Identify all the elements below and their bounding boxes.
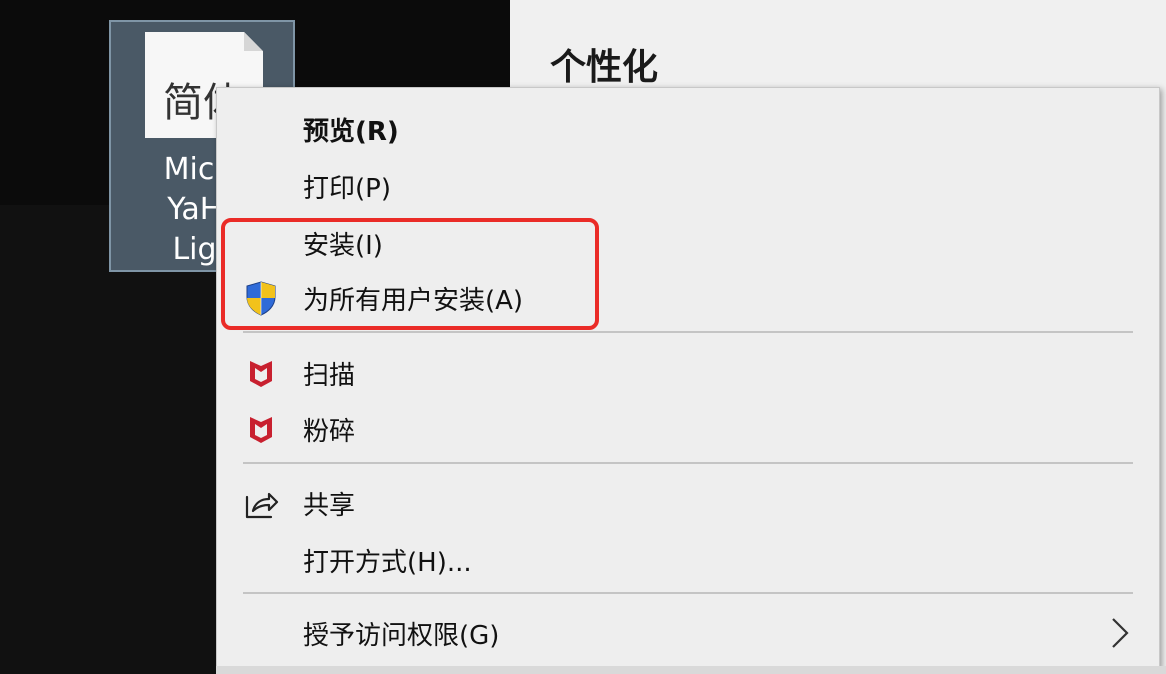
bottom-strip bbox=[216, 666, 1166, 674]
menu-item-preview[interactable]: 预览(R) bbox=[217, 102, 1159, 154]
context-menu: 预览(R) 打印(P) 安装(I) 为所有用户安装(A) 扫描 粉碎 共享 打开… bbox=[216, 87, 1160, 669]
menu-item-label: 打开方式(H)... bbox=[303, 548, 472, 578]
menu-item-label: 预览(R) bbox=[303, 117, 399, 147]
highlight-annotation-box bbox=[221, 218, 599, 330]
menu-separator bbox=[243, 592, 1133, 594]
menu-item-open-with[interactable]: 打开方式(H)... bbox=[217, 533, 1159, 585]
menu-item-label: 扫描 bbox=[303, 361, 356, 391]
mcafee-icon bbox=[243, 411, 279, 447]
chevron-right-icon bbox=[1109, 616, 1131, 650]
mcafee-icon bbox=[243, 355, 279, 391]
menu-separator bbox=[243, 331, 1133, 333]
share-icon bbox=[243, 485, 279, 521]
menu-item-scan[interactable]: 扫描 bbox=[217, 346, 1159, 398]
menu-item-shred[interactable]: 粉碎 bbox=[217, 402, 1159, 454]
settings-title: 个性化 bbox=[550, 47, 659, 88]
menu-item-label: 打印(P) bbox=[303, 174, 391, 204]
menu-item-label: 粉碎 bbox=[303, 417, 356, 447]
menu-item-label: 共享 bbox=[303, 491, 356, 521]
page-fold bbox=[244, 32, 263, 51]
menu-separator bbox=[243, 462, 1133, 464]
menu-item-print[interactable]: 打印(P) bbox=[217, 159, 1159, 211]
menu-item-grant-access[interactable]: 授予访问权限(G) bbox=[217, 606, 1159, 658]
menu-item-label: 授予访问权限(G) bbox=[303, 621, 500, 651]
menu-item-share[interactable]: 共享 bbox=[217, 476, 1159, 528]
